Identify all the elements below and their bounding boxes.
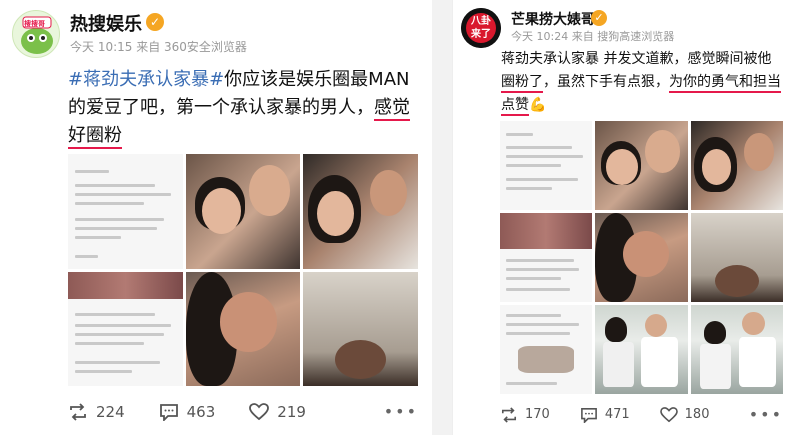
avatar[interactable]: 搜搜哥 xyxy=(12,10,60,58)
repost-icon xyxy=(70,402,86,421)
image-thumbnail[interactable] xyxy=(68,271,183,386)
image-thumbnail[interactable] xyxy=(595,305,688,394)
repost-button[interactable]: 170 xyxy=(500,406,550,423)
author-name[interactable]: 芒果捞大婊哥 xyxy=(511,9,595,29)
post-text: 蒋劲夫承认家暴 并发文道歉，感觉瞬间被他圈粉了，虽然下手有点狠，为你的勇气和担当… xyxy=(501,48,783,117)
repost-count: 170 xyxy=(525,407,550,422)
hashtag-link[interactable]: #蒋劲夫承认家暴# xyxy=(68,69,224,90)
post-meta: 今天 10:15 来自 360安全浏览器 xyxy=(70,40,247,54)
repost-count: 224 xyxy=(96,402,125,421)
like-count: 180 xyxy=(684,407,710,422)
comment-count: 471 xyxy=(604,407,630,422)
like-icon xyxy=(659,406,678,422)
action-bar: 224 463 219 ••• xyxy=(68,402,418,421)
like-count: 219 xyxy=(277,402,306,421)
image-thumbnail[interactable] xyxy=(185,271,301,386)
image-thumbnail[interactable] xyxy=(690,121,783,210)
highlighted-phrase-1: 圈粉了 xyxy=(501,74,543,93)
comment-count: 463 xyxy=(186,402,216,421)
like-button[interactable]: 180 xyxy=(659,406,710,423)
avatar-label: 搜搜哥 xyxy=(24,20,45,28)
more-icon[interactable]: ••• xyxy=(384,402,418,421)
post-text-middle: ，虽然下手有点狠， xyxy=(543,74,669,90)
image-thumbnail[interactable] xyxy=(690,213,783,302)
image-thumbnail[interactable] xyxy=(595,213,688,302)
image-thumbnail[interactable] xyxy=(500,305,593,394)
like-icon xyxy=(249,402,270,420)
image-thumbnail[interactable] xyxy=(500,121,593,210)
post-text-body: 蒋劲夫承认家暴 并发文道歉，感觉瞬间被他 xyxy=(501,51,772,67)
image-thumbnail[interactable] xyxy=(185,154,301,269)
image-thumbnail[interactable] xyxy=(303,154,418,269)
comment-button[interactable]: 463 xyxy=(159,402,216,421)
image-grid xyxy=(500,121,783,394)
avatar[interactable]: 八卦来了 xyxy=(461,8,501,48)
like-button[interactable]: 219 xyxy=(249,403,306,421)
verified-icon: ✓ xyxy=(591,10,607,26)
action-bar: 170 471 180 ••• xyxy=(500,405,783,424)
image-thumbnail[interactable] xyxy=(303,271,418,386)
muscle-emoji: 💪 xyxy=(529,97,547,113)
avatar-label: 八卦来了 xyxy=(471,16,491,40)
image-thumbnail[interactable] xyxy=(595,121,688,210)
post-text: #蒋劲夫承认家暴#你应该是娱乐圈最MAN的爱豆了吧，第一个承认家暴的男人，感觉好… xyxy=(68,66,418,150)
weibo-post-resou-yule: 搜搜哥 热搜娱乐 ✓ 今天 10:15 来自 360安全浏览器 #蒋劲夫承认家暴… xyxy=(0,0,432,435)
comment-icon xyxy=(159,403,178,421)
comment-button[interactable]: 471 xyxy=(580,407,630,423)
repost-button[interactable]: 224 xyxy=(68,403,125,421)
author-name[interactable]: 热搜娱乐 xyxy=(70,10,142,36)
image-thumbnail[interactable] xyxy=(68,154,183,269)
verified-icon: ✓ xyxy=(146,13,164,31)
image-grid xyxy=(68,154,418,386)
more-icon[interactable]: ••• xyxy=(749,405,783,424)
divider xyxy=(432,0,452,435)
weibo-post-mangguo: 八卦来了 芒果捞大婊哥 ✓ 今天 10:24 来自 搜狗高速浏览器 蒋劲夫承认家… xyxy=(452,0,786,435)
post-meta: 今天 10:24 来自 搜狗高速浏览器 xyxy=(511,30,675,43)
repost-icon xyxy=(501,406,517,423)
comment-icon xyxy=(580,407,597,423)
image-thumbnail[interactable] xyxy=(690,305,783,394)
image-thumbnail[interactable] xyxy=(500,213,593,302)
